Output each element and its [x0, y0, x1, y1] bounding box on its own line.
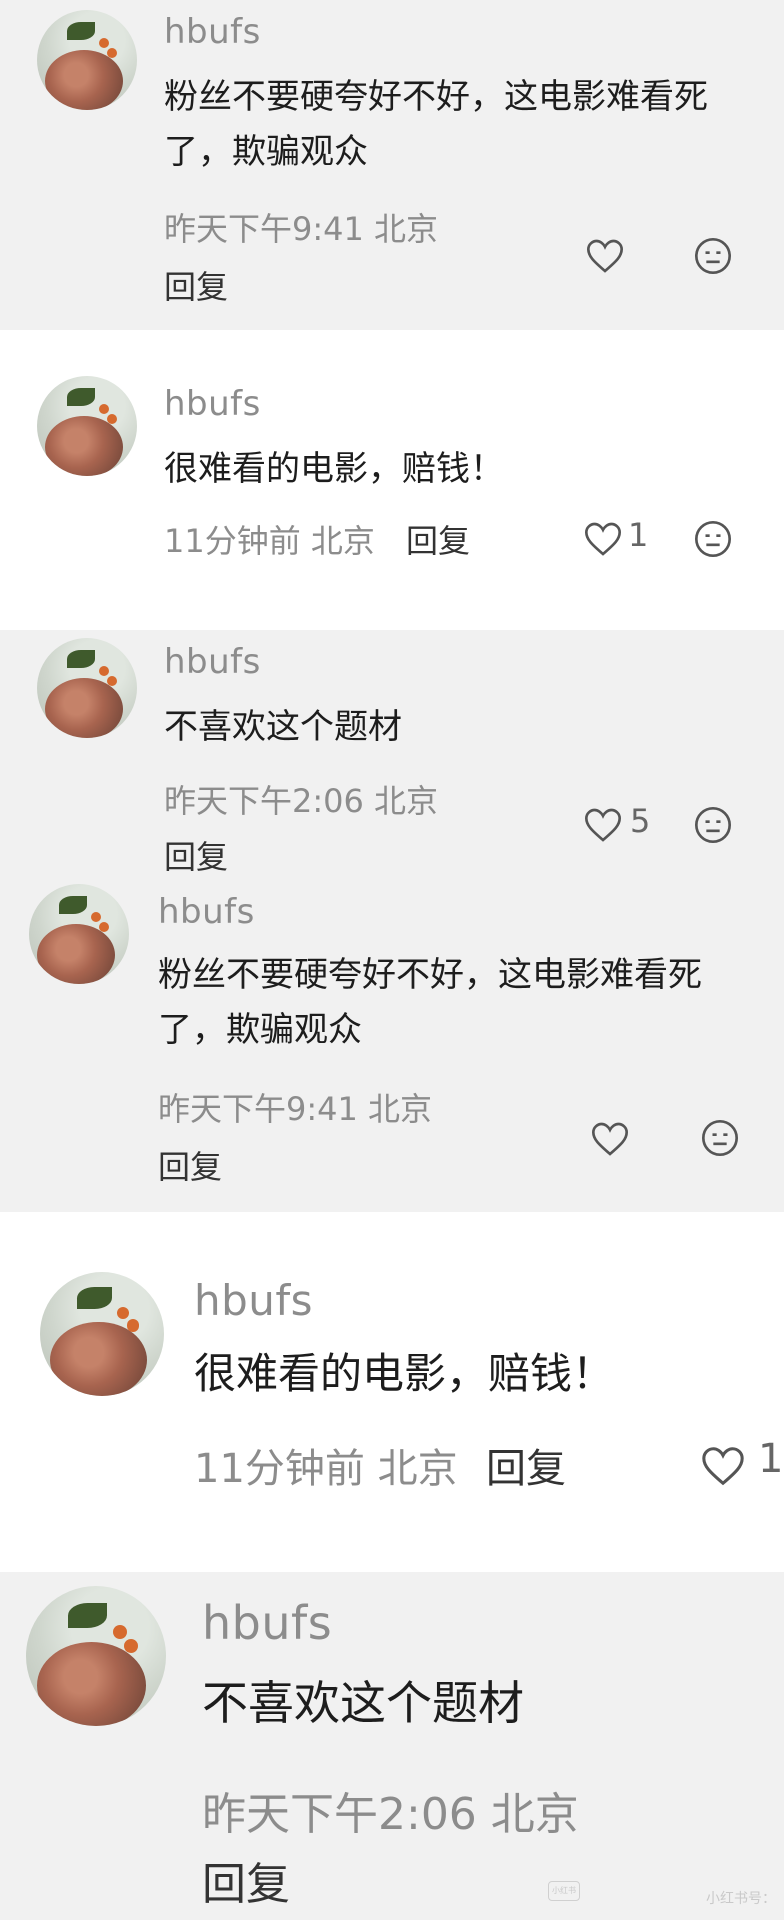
avatar[interactable] [29, 884, 129, 984]
watermark: 小红书号： [706, 1891, 776, 1907]
reply-button[interactable]: 回复 [202, 1848, 290, 1912]
timestamp-location: 昨天下午9:41 北京 [158, 1090, 433, 1128]
comment-text: 不喜欢这个题材 [202, 1676, 524, 1730]
comment-card: hbufs 很难看的电影，赔钱！ 11分钟前 北京 回复 1 [0, 330, 784, 630]
heart-icon[interactable] [583, 520, 623, 558]
avatar[interactable] [37, 638, 137, 738]
like-count: 1 [628, 516, 649, 554]
avatar[interactable] [40, 1272, 164, 1396]
reply-button[interactable]: 回复 [406, 516, 470, 562]
meh-face-icon[interactable] [693, 236, 733, 276]
timestamp-location: 昨天下午2:06 北京 [164, 782, 439, 820]
timestamp-location: 昨天下午2:06 北京 [202, 1789, 579, 1840]
meh-face-icon[interactable] [700, 1118, 740, 1158]
heart-icon[interactable] [700, 1444, 746, 1488]
username[interactable]: hbufs [164, 12, 261, 52]
comment-text: 粉丝不要硬夸好不好，这电影难看死了，欺骗观众 [164, 77, 708, 173]
heart-icon[interactable] [583, 806, 623, 844]
username[interactable]: hbufs [164, 642, 261, 682]
comment-card: hbufs 粉丝不要硬夸好不好，这电影难看死了，欺骗观众 昨天下午9:41 北京… [0, 0, 784, 330]
username[interactable]: hbufs [194, 1276, 313, 1325]
timestamp-location: 昨天下午9:41 北京 [164, 210, 439, 248]
reply-button[interactable]: 回复 [158, 1142, 222, 1188]
timestamp-location: 11分钟前 北京 [164, 522, 375, 560]
comment-text: 不喜欢这个题材 [164, 707, 402, 747]
meh-face-icon[interactable] [693, 519, 733, 559]
heart-icon[interactable] [590, 1120, 630, 1158]
username[interactable]: hbufs [158, 892, 255, 932]
comment-card: hbufs 不喜欢这个题材 昨天下午2:06 北京 回复 5 [0, 630, 784, 884]
reply-button[interactable]: 回复 [164, 262, 228, 308]
comment-text: 很难看的电影，赔钱！ [164, 449, 504, 489]
like-count: 1 [758, 1436, 784, 1482]
reply-button[interactable]: 回复 [164, 832, 228, 878]
watermark-logo: 小红书 [548, 1881, 580, 1901]
comment-text: 粉丝不要硬夸好不好，这电影难看死了，欺骗观众 [158, 955, 702, 1051]
meh-face-icon[interactable] [693, 805, 733, 845]
comment-card: hbufs 很难看的电影，赔钱！ 11分钟前 北京 回复 1 [0, 1212, 784, 1572]
avatar[interactable] [26, 1586, 166, 1726]
heart-icon[interactable] [585, 237, 625, 275]
timestamp-location: 11分钟前 北京 [194, 1446, 458, 1492]
username[interactable]: hbufs [202, 1596, 332, 1650]
avatar[interactable] [37, 376, 137, 476]
avatar[interactable] [37, 10, 137, 110]
like-count: 5 [630, 802, 651, 840]
username[interactable]: hbufs [164, 384, 261, 424]
comment-card: hbufs 粉丝不要硬夸好不好，这电影难看死了，欺骗观众 昨天下午9:41 北京… [0, 884, 784, 1212]
reply-button[interactable]: 回复 [486, 1436, 566, 1494]
comment-card: hbufs 不喜欢这个题材 昨天下午2:06 北京 回复 [0, 1572, 784, 1920]
comment-text: 很难看的电影，赔钱！ [194, 1349, 615, 1398]
